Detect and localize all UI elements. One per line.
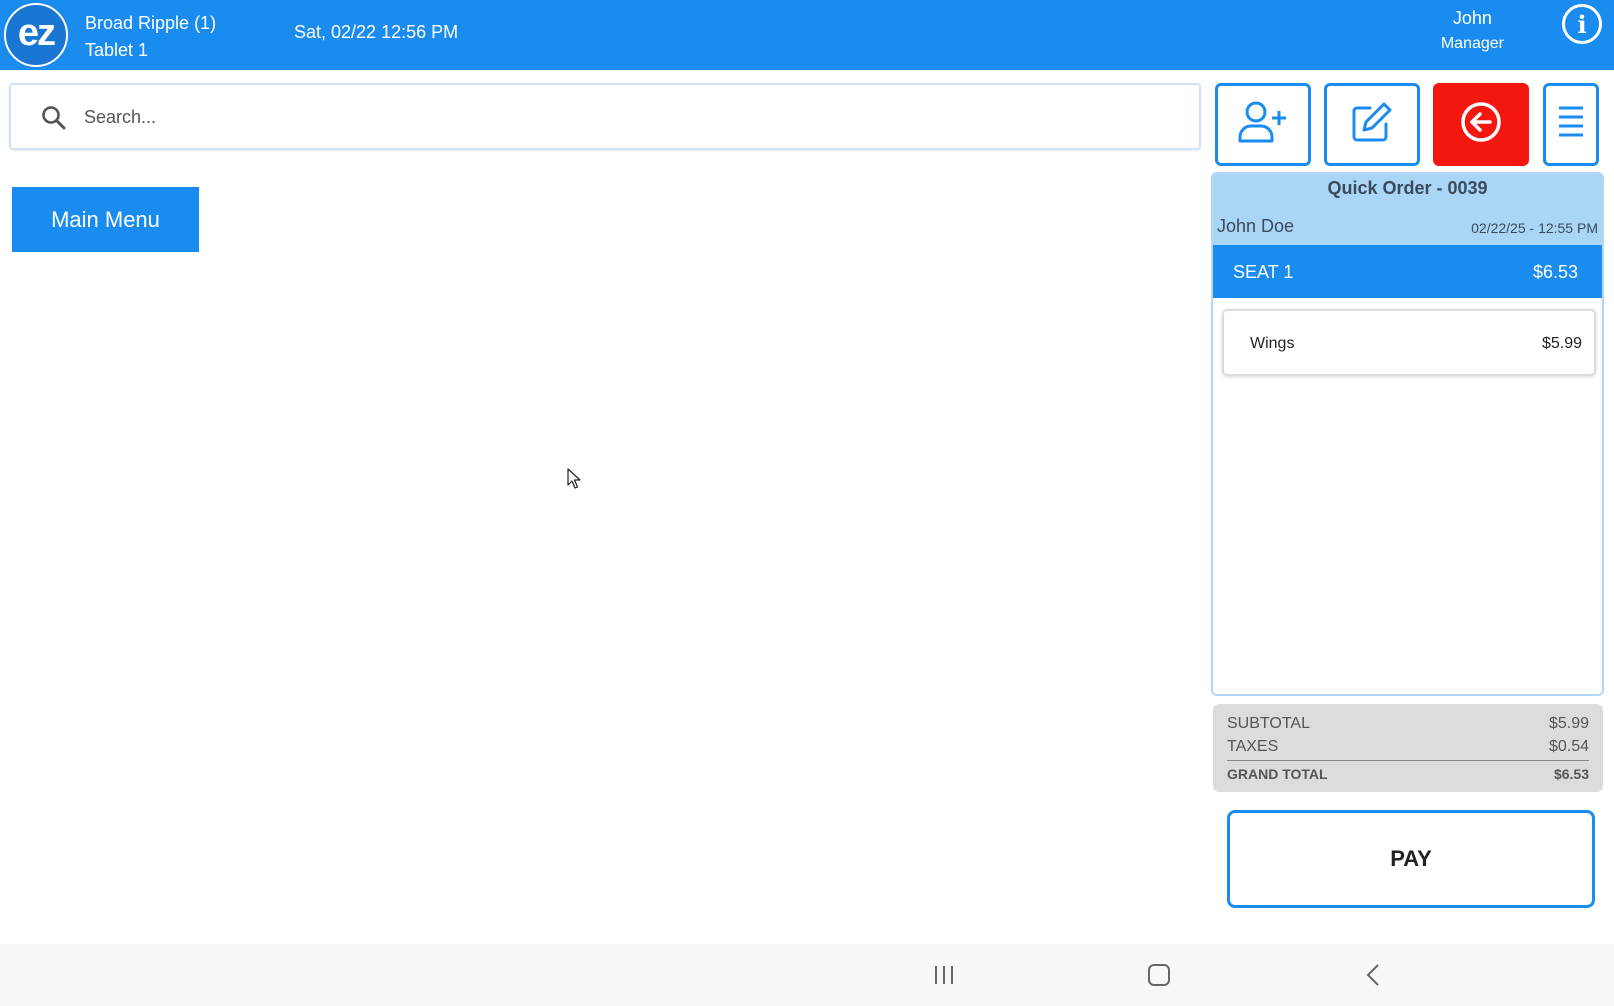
app-header: ez Broad Ripple (1) Tablet 1 Sat, 02/22 … (0, 0, 1614, 70)
edit-order-button[interactable] (1324, 83, 1420, 166)
search-icon (41, 105, 67, 136)
main-menu-button[interactable]: Main Menu (12, 187, 199, 252)
seat-label: SEAT 1 (1233, 262, 1294, 282)
grand-total-value: $6.53 (1553, 766, 1589, 782)
info-glyph: i (1577, 9, 1587, 39)
order-timestamp: 02/22/25 - 12:55 PM (1471, 220, 1598, 236)
exit-order-button[interactable] (1433, 83, 1529, 166)
menu-icon (1556, 102, 1586, 147)
grand-total-row: GRAND TOTAL $6.53 (1227, 760, 1589, 786)
seat-row[interactable]: SEAT 1 $6.53 (1213, 245, 1602, 298)
pay-button[interactable]: PAY (1227, 810, 1595, 908)
taxes-label: TAXES (1227, 738, 1279, 755)
subtotal-label: SUBTOTAL (1227, 715, 1310, 732)
back-icon[interactable] (1354, 958, 1394, 992)
subtotal-value: $5.99 (1548, 715, 1589, 732)
store-info: Broad Ripple (1) Tablet 1 (85, 10, 216, 64)
user-role: Manager (1440, 35, 1504, 52)
store-name: Broad Ripple (1) (85, 13, 217, 33)
taxes-value: $0.54 (1548, 738, 1589, 755)
order-item[interactable]: Wings $5.99 (1222, 309, 1596, 376)
device-name: Tablet 1 (85, 40, 149, 60)
home-icon[interactable] (1139, 958, 1179, 992)
options-menu-button[interactable] (1543, 83, 1599, 166)
subtotal-row: SUBTOTAL $5.99 (1227, 712, 1589, 735)
search-input[interactable] (84, 99, 1084, 135)
item-price: $5.99 (1541, 335, 1582, 352)
customer-name[interactable]: John Doe (1217, 216, 1294, 237)
edit-icon (1350, 100, 1394, 149)
order-title: Quick Order - 0039 (1327, 178, 1488, 198)
add-user-icon (1237, 99, 1289, 150)
user-info[interactable]: John Manager (1441, 6, 1504, 56)
header-datetime: Sat, 02/22 12:56 PM (294, 22, 459, 42)
order-totals: SUBTOTAL $5.99 TAXES $0.54 GRAND TOTAL $… (1213, 704, 1603, 792)
ez-logo: ez (4, 3, 68, 67)
item-name: Wings (1250, 335, 1295, 352)
search-bar[interactable] (9, 83, 1201, 150)
add-customer-button[interactable] (1215, 83, 1311, 166)
logo-text: ez (17, 12, 56, 54)
mouse-cursor-icon (567, 468, 583, 495)
taxes-row: TAXES $0.54 (1227, 735, 1589, 758)
order-header: Quick Order - 0039 John Doe 02/22/25 - 1… (1213, 174, 1602, 245)
grand-total-label: GRAND TOTAL (1227, 766, 1328, 782)
recent-apps-icon[interactable] (924, 958, 964, 992)
system-nav-bar (0, 944, 1614, 1006)
order-panel: Quick Order - 0039 John Doe 02/22/25 - 1… (1211, 172, 1604, 696)
back-arrow-icon (1459, 100, 1503, 149)
seat-total: $6.53 (1532, 262, 1578, 282)
user-name: John (1452, 8, 1492, 28)
info-icon[interactable]: i (1562, 4, 1602, 44)
